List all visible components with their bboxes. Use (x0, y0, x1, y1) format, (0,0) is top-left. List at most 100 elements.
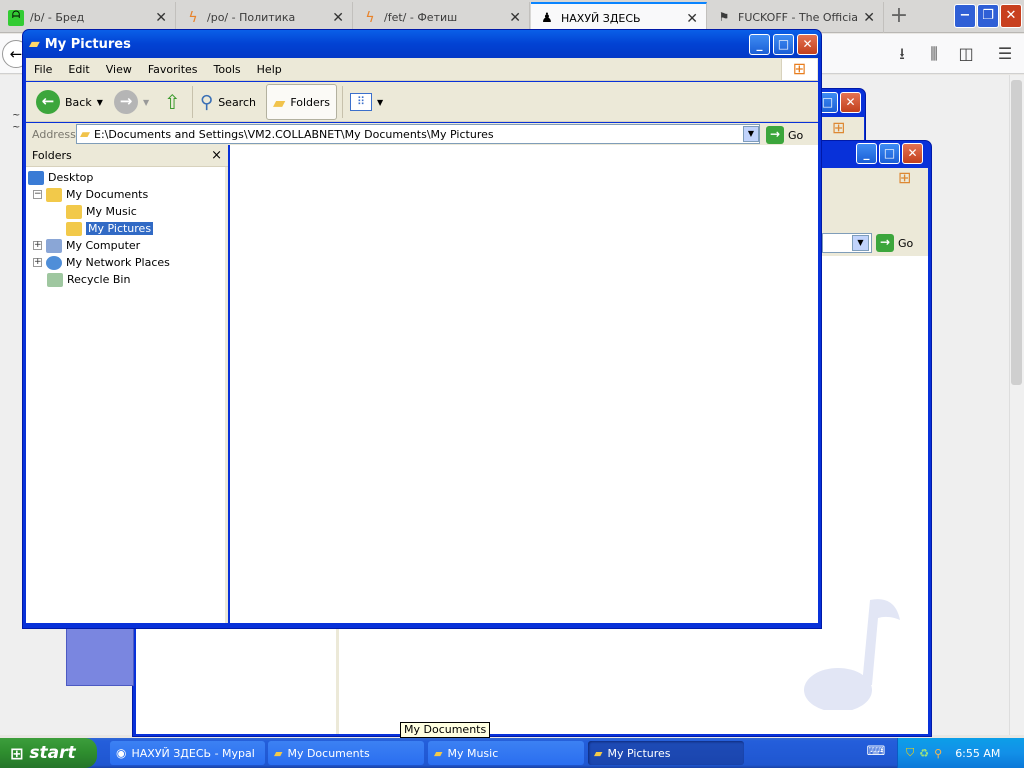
title-bar[interactable]: ▰ My Pictures (23, 30, 821, 58)
folders-pane-header: Folders × (26, 145, 228, 167)
sidebar-icon[interactable]: ◫ (954, 42, 978, 66)
folder-icon: ▰ (274, 746, 283, 760)
page-fragment-text: ~ ~ (12, 110, 21, 133)
page-scrollbar-thumb[interactable] (1011, 80, 1022, 385)
taskbar-button-label: My Documents (287, 746, 370, 760)
folders-icon: ▰ (273, 92, 286, 112)
menu-view[interactable]: View (98, 63, 140, 76)
my-music-window-controls: □ ✕ (817, 92, 861, 116)
taskbar-button[interactable]: ◉ НАХУЙ ЗДЕСЬ - Mypal (110, 741, 265, 765)
forward-button[interactable]: → ▼ (108, 84, 155, 120)
menu-tools[interactable]: Tools (206, 63, 249, 76)
file-list-pane[interactable] (230, 145, 818, 623)
close-tab-icon[interactable]: ✕ (155, 10, 167, 26)
forward-arrow-icon: → (114, 90, 138, 114)
tree-item-recycle-bin[interactable]: Recycle Bin (28, 271, 224, 288)
minimize-browser-button[interactable]: − (954, 4, 976, 28)
close-tab-icon[interactable]: ✕ (863, 10, 875, 26)
minimize-button[interactable]: _ (749, 34, 770, 55)
lightning-icon: ϟ (365, 9, 375, 26)
dropdown-arrow-icon[interactable]: ▼ (852, 235, 869, 251)
menu-icon[interactable]: ☰ (993, 42, 1017, 66)
windows-flag-icon: ⊞ (781, 59, 817, 80)
folder-icon (46, 187, 62, 202)
library-icon[interactable]: ⫼ (922, 42, 946, 66)
browser-tab-label: FUCKOFF - The Official (738, 11, 858, 24)
go-button[interactable]: → Go (876, 233, 924, 253)
back-arrow-icon: ← (36, 90, 60, 114)
expand-icon[interactable]: + (33, 241, 42, 250)
pane-divider (336, 628, 339, 734)
tree-item-my-computer[interactable]: + My Computer (28, 237, 224, 254)
windows-flag-icon: ⊞ (10, 743, 24, 763)
views-button[interactable]: ⠿ ▼ (344, 84, 389, 120)
network-icon (46, 255, 62, 270)
dropdown-arrow-icon: ▼ (143, 97, 150, 107)
search-icon: ⚲ (200, 91, 214, 113)
close-button[interactable]: ✕ (797, 34, 818, 55)
taskbar-button-active[interactable]: ▰ My Pictures (588, 741, 744, 765)
up-folder-icon: ⇧ (164, 90, 181, 114)
dropdown-arrow-icon: ▼ (96, 97, 103, 107)
keyboard-icon[interactable]: ⌨ (866, 744, 886, 762)
tree-item-my-music[interactable]: My Music (28, 203, 224, 220)
close-tab-icon[interactable]: ✕ (332, 10, 344, 26)
menu-edit[interactable]: Edit (60, 63, 97, 76)
maximize-button[interactable]: □ (773, 34, 794, 55)
taskbar-button-label: My Music (447, 746, 499, 760)
new-tab-button[interactable]: + (886, 4, 912, 30)
search-button[interactable]: ⚲ Search (194, 84, 262, 120)
fire-icon: ᗩ (8, 9, 24, 26)
tree-item-my-documents[interactable]: − My Documents (28, 186, 224, 203)
folders-pane-title: Folders (32, 149, 72, 162)
search-label: Search (218, 95, 256, 109)
windows-flag-icon: ⊞ (832, 118, 846, 137)
computer-icon (46, 238, 62, 253)
browser-tab-label: /po/ - Политика (207, 11, 296, 24)
taskbar-button[interactable]: ▰ My Music (428, 741, 584, 765)
menu-help[interactable]: Help (249, 63, 290, 76)
download-icon[interactable]: ⭳ (890, 42, 914, 66)
tooltip: My Documents (400, 722, 491, 738)
tree-item-label: My Documents (66, 188, 149, 201)
go-button[interactable]: → Go (766, 125, 814, 145)
network-tray-icon[interactable]: ♻ (919, 747, 929, 760)
tree-item-my-network-places[interactable]: + My Network Places (28, 254, 224, 271)
security-shield-icon[interactable]: ⛉ (906, 746, 914, 760)
system-tray: ⛉ ♻ ⚲ 6:55 AM (897, 738, 1024, 768)
back-label: Back (65, 95, 92, 109)
address-dropdown-icon[interactable]: ▼ (743, 126, 759, 142)
close-tab-icon[interactable]: ✕ (509, 10, 521, 26)
menu-favorites[interactable]: Favorites (140, 63, 206, 76)
pictures-folder-icon: ▰ (80, 126, 90, 142)
taskbar-button[interactable]: ▰ My Documents (268, 741, 424, 765)
recycle-bin-icon (47, 272, 63, 287)
clock[interactable]: 6:55 AM (955, 747, 1000, 760)
tree-item-my-pictures[interactable]: My Pictures (28, 220, 224, 237)
close-button[interactable]: ✕ (840, 92, 861, 113)
tree-item-label: My Music (86, 205, 137, 218)
collapse-icon[interactable]: − (33, 190, 42, 199)
person-icon: ♟ (541, 10, 553, 26)
close-pane-icon[interactable]: × (211, 148, 222, 163)
address-field[interactable]: ▰ E:\Documents and Settings\VM2.COLLABNE… (76, 124, 760, 144)
maximize-button[interactable]: □ (879, 143, 900, 164)
back-button[interactable]: ← Back ▼ (30, 84, 109, 120)
minimize-button[interactable]: _ (856, 143, 877, 164)
folders-button[interactable]: ▰ Folders (266, 84, 338, 120)
browser-tab-label: НАХУЙ ЗДЕСЬ (561, 12, 641, 25)
up-folder-button[interactable]: ⇧ (158, 84, 187, 120)
menu-file[interactable]: File (26, 63, 60, 76)
close-browser-button[interactable]: ✕ (1000, 4, 1022, 28)
close-button[interactable]: ✕ (902, 143, 923, 164)
views-icon: ⠿ (350, 93, 372, 111)
search-tray-icon[interactable]: ⚲ (934, 747, 942, 760)
windows-flag-icon: ⊞ (898, 168, 912, 187)
start-button[interactable]: ⊞ start (0, 738, 97, 768)
expand-icon[interactable]: + (33, 258, 42, 267)
tree-item-desktop[interactable]: Desktop (28, 169, 224, 186)
restore-browser-button[interactable]: ❐ (977, 4, 999, 28)
close-tab-icon[interactable]: ✕ (686, 11, 698, 27)
address-value: E:\Documents and Settings\VM2.COLLABNET\… (94, 127, 494, 141)
dropdown-arrow-icon: ▼ (377, 97, 384, 107)
